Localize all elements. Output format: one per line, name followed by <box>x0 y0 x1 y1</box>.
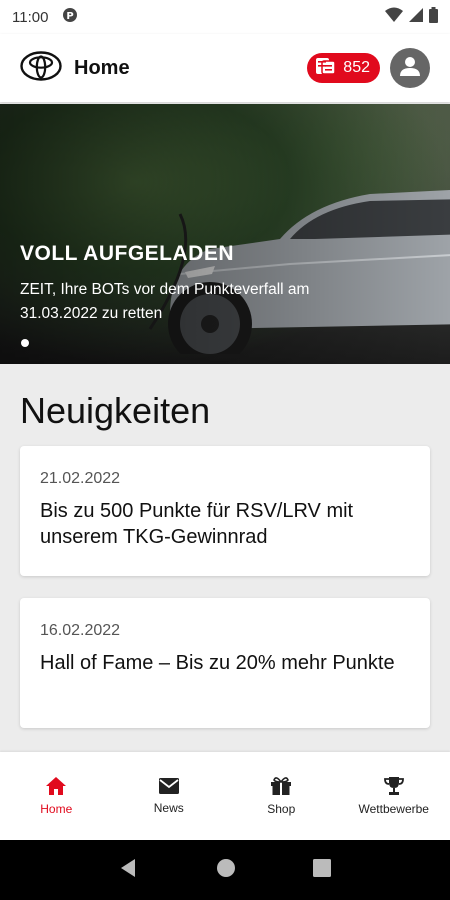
gift-icon <box>271 776 292 798</box>
news-card[interactable]: 21.02.2022 Bis zu 500 Punkte für RSV/LRV… <box>20 446 430 576</box>
points-count: 852 <box>343 59 370 76</box>
home-circle-icon[interactable] <box>216 858 236 883</box>
profile-avatar-button[interactable] <box>390 48 430 88</box>
hero-carousel[interactable]: VOLL AUFGELADEN ZEIT, Ihre BOTs vor dem … <box>0 104 450 364</box>
cellular-signal-icon <box>409 7 423 27</box>
nav-item-wettbewerbe[interactable]: Wettbewerbe <box>338 752 450 840</box>
news-section-title: Neuigkeiten <box>20 390 211 431</box>
bottom-navigation: Home News Shop Wettbewerbe <box>0 752 450 840</box>
nav-item-home[interactable]: Home <box>0 752 113 840</box>
toyota-logo-icon[interactable] <box>20 50 62 86</box>
news-headline: Hall of Fame – Bis zu 20% mehr Punkte <box>40 652 395 674</box>
hero-text: ZEIT, Ihre BOTs vor dem Punkteverfall am… <box>20 281 310 322</box>
trophy-icon <box>383 776 404 798</box>
news-headline: Bis zu 500 Punkte für RSV/LRV mit unsere… <box>40 500 354 548</box>
nav-label-news: News <box>153 800 184 815</box>
points-icon <box>315 56 337 81</box>
recents-icon[interactable] <box>313 858 332 882</box>
status-time: 11:00 <box>12 8 49 26</box>
points-badge[interactable]: 852 <box>307 53 380 83</box>
app-bar: Home 852 <box>0 34 450 102</box>
news-card[interactable]: 16.02.2022 Hall of Fame – Bis zu 20% meh… <box>20 598 430 728</box>
home-icon <box>46 776 67 798</box>
nav-label-shop: Shop <box>267 801 296 816</box>
news-date: 21.02.2022 <box>40 470 121 487</box>
page-title: Home <box>74 56 130 79</box>
battery-icon <box>429 7 438 27</box>
mail-icon <box>158 777 179 797</box>
news-date: 16.02.2022 <box>40 622 121 639</box>
status-bar: 11:00 P <box>0 0 450 34</box>
back-icon[interactable] <box>119 858 139 883</box>
nav-item-shop[interactable]: Shop <box>225 752 338 840</box>
nav-item-news[interactable]: News <box>113 752 226 840</box>
wifi-icon <box>385 7 403 27</box>
carousel-indicator-dot[interactable] <box>21 339 29 347</box>
nav-label-wettbewerbe: Wettbewerbe <box>358 801 429 816</box>
system-navigation-bar <box>0 840 450 900</box>
app-notification-icon: P <box>62 7 78 27</box>
nav-label-home: Home <box>40 801 73 816</box>
person-icon <box>398 54 422 83</box>
svg-text:P: P <box>67 11 74 22</box>
hero-title: VOLL AUFGELADEN <box>20 242 235 265</box>
